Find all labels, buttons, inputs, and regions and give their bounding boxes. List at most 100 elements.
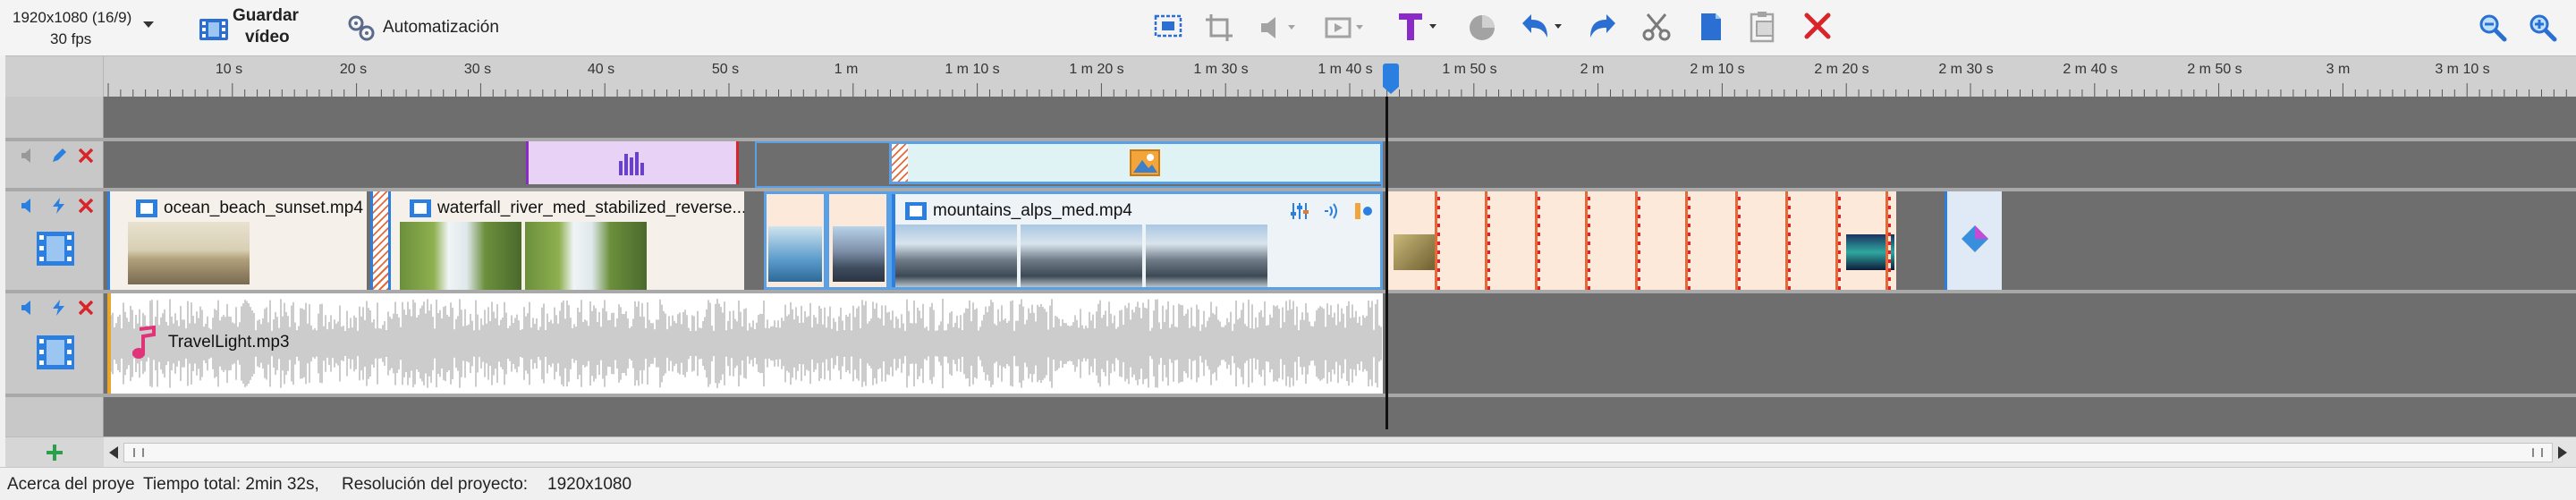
scrollbar-thumb[interactable] [123,443,2553,462]
clip-thumbnail [1021,225,1142,287]
film-save-icon [199,19,228,40]
status-bar: Acerca del proye Tiempo total: 2min 32s,… [0,467,2576,500]
clip-thumbnail [833,226,885,282]
ruler-ticks [107,83,2567,97]
select-frame-icon[interactable] [1154,13,1184,43]
slide-markers [1388,191,1896,290]
timeline-scrollbar[interactable] [5,436,2576,467]
slide-transition-marker [1635,191,1640,290]
track-header-video [5,191,104,290]
zoom-in-icon[interactable] [2528,13,2558,43]
resolution-selector[interactable]: 1920x1080 (16/9) 30 fps [5,9,157,48]
music-visualizer-clip[interactable] [526,141,739,184]
video-file-icon [136,199,157,217]
close-track-icon[interactable] [77,299,95,317]
slide-transition-marker [1585,191,1590,290]
audio-waveform [111,299,1382,388]
ruler-label: 30 s [463,62,492,77]
slide-transition-marker [1485,191,1490,290]
playhead-handle[interactable] [1383,64,1399,87]
lightning-icon[interactable] [50,299,68,317]
ruler-label: 1 m 40 s [1318,62,1373,77]
transition-marker [370,191,388,290]
video-track-icon [37,335,74,369]
video-file-icon [905,202,927,220]
time-ruler[interactable]: 10 s 20 s 30 s 40 s 50 s 1 m 1 m 10 s 1 … [5,55,2576,97]
add-track-button[interactable] [5,437,104,467]
slide-transition-marker [1685,191,1690,290]
shape-clip[interactable] [1945,191,2002,290]
text-icon[interactable] [1395,11,1442,43]
ruler-label: 20 s [339,62,368,77]
video-clip-short-1[interactable] [764,191,826,290]
automation-button[interactable]: Automatización [347,14,499,41]
playback-mode-icon[interactable] [1324,13,1365,43]
ruler-label: 2 m 40 s [2063,62,2118,77]
cut-scissors-icon[interactable] [1640,11,1673,43]
grip-right [2532,448,2543,457]
ruler-label: 2 m 30 s [1938,62,1994,77]
video-editor-window: 1920x1080 (16/9) 30 fps Guardar vídeo Au… [0,0,2576,500]
music-note-icon [132,326,156,359]
paste-icon[interactable] [1748,11,1778,43]
crop-icon[interactable] [1204,13,1234,43]
sound-waves-icon[interactable] [1321,201,1343,221]
ruler-label: 2 m 20 s [1814,62,1869,77]
speaker-icon[interactable] [20,147,38,165]
adjust-sliders-icon[interactable] [1289,201,1310,221]
about-project-link[interactable]: Acerca del proye [7,475,141,495]
clip-thumbnail [1146,225,1267,287]
delete-x-icon[interactable] [1803,12,1832,40]
ruler-label: 40 s [587,62,615,77]
waveform-path [111,299,1382,388]
timeline-tracks[interactable]: ocean_beach_sunset.mp4 waterfall_river_m… [5,97,2576,436]
video-file-icon [410,199,431,217]
toolbar: 1920x1080 (16/9) 30 fps Guardar vídeo Au… [0,0,2576,55]
resolution-label: Resolución del proyecto: [342,475,529,494]
video-clip-ocean[interactable]: ocean_beach_sunset.mp4 [107,191,367,290]
resolution-text: 1920x1080 (16/9) [13,9,132,26]
video-clip-waterfall[interactable]: waterfall_river_med_stabilized_reverse..… [388,191,744,290]
clip-thumbnail [768,226,822,282]
ruler-label: 3 m [2326,62,2351,77]
clip-thumbnail [525,222,647,290]
video-clip-short-2[interactable] [826,191,889,290]
save-video-button[interactable]: Guardar vídeo [199,5,306,50]
scroll-left-arrow-icon[interactable] [107,445,120,460]
volume-icon[interactable] [1258,13,1297,43]
color-effect-icon[interactable] [1467,13,1497,43]
close-track-icon[interactable] [77,147,95,165]
undo-icon[interactable] [1517,11,1565,43]
effect-icon[interactable] [1353,201,1375,221]
scroll-right-arrow-icon[interactable] [2556,445,2569,460]
audio-clip[interactable]: TravelLight.mp3 [107,293,1383,394]
close-track-icon[interactable] [77,197,95,215]
ruler-label: 2 m [1580,62,1605,77]
pencil-icon[interactable] [50,147,68,165]
lightning-icon[interactable] [50,197,68,215]
video-clip-mountains[interactable]: mountains_alps_med.mp4 [889,191,1383,290]
copy-icon[interactable] [1696,11,1726,43]
automation-label: Automatización [383,18,499,37]
track-header-empty [5,397,104,436]
plus-icon [47,445,63,461]
video-track-icon [37,232,74,266]
clip-name: ocean_beach_sunset.mp4 [164,199,363,217]
ruler-label: 2 m 10 s [1690,62,1745,77]
speaker-icon[interactable] [20,299,38,317]
ruler-label: 10 s [215,62,243,77]
chevron-down-icon [143,21,154,28]
audio-clip-name: TravelLight.mp3 [168,333,290,352]
track-header-overlay [5,141,104,188]
redo-icon[interactable] [1589,11,1621,43]
ruler-label: 50 s [711,62,740,77]
speaker-icon[interactable] [20,197,38,215]
ruler-label: 1 m 10 s [945,62,1000,77]
ruler-label: 1 m 30 s [1193,62,1249,77]
clip-thumbnail [895,225,1017,287]
playhead-line[interactable] [1385,97,1388,429]
zoom-out-icon[interactable] [2478,13,2508,43]
save-label-line2: vídeo [245,28,290,47]
ruler-label: 3 m 10 s [2435,62,2490,77]
track-header-audio [5,293,104,394]
